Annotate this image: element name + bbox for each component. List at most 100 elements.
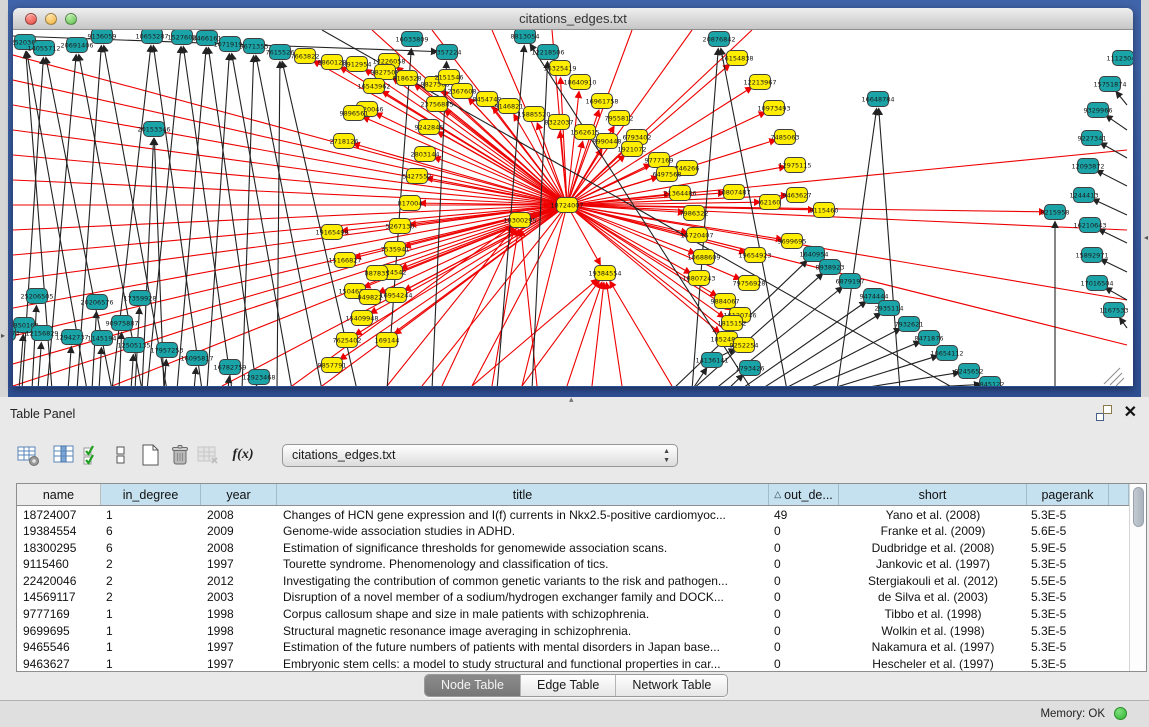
table-cell[interactable]: 5.3E-5 [1027, 622, 1109, 639]
table-cell[interactable] [1109, 506, 1129, 523]
table-cell[interactable]: 22420046 [17, 572, 101, 589]
table-cell[interactable]: Dudbridge et al. (2008) [839, 539, 1027, 556]
table-cell[interactable]: Nakamura et al. (1997) [839, 639, 1027, 656]
table-cell[interactable]: Tourette syndrome. Phenomenology and cla… [277, 556, 769, 573]
table-cell[interactable]: 5.9E-5 [1027, 539, 1109, 556]
table-cell[interactable]: 0 [769, 539, 839, 556]
table-scrollbar[interactable] [1129, 484, 1147, 671]
column-header-short[interactable]: short [839, 484, 1027, 505]
table-selector-dropdown[interactable]: citations_edges.txt ▲▼ [282, 444, 678, 467]
table-cell[interactable]: 5.5E-5 [1027, 572, 1109, 589]
table-cell[interactable]: 2012 [201, 572, 277, 589]
table-cell[interactable]: 6 [101, 523, 201, 540]
table-cell[interactable]: 0 [769, 606, 839, 623]
table-row[interactable]: 911546021997Tourette syndrome. Phenomeno… [17, 556, 1129, 573]
table-cell[interactable]: Franke et al. (2009) [839, 523, 1027, 540]
table-cell[interactable]: 1 [101, 655, 201, 671]
table-cell[interactable]: 18300295 [17, 539, 101, 556]
table-cell[interactable]: 19384554 [17, 523, 101, 540]
table-cell[interactable]: Embryonic stem cells: a model to study s… [277, 655, 769, 671]
table-row[interactable]: 946554611997Estimation of the future num… [17, 639, 1129, 656]
table-cell[interactable] [1109, 539, 1129, 556]
tab-node-table[interactable]: Node Table [425, 675, 521, 696]
table-cell[interactable]: 9463627 [17, 655, 101, 671]
table-cell[interactable]: 1 [101, 606, 201, 623]
table-row[interactable]: 946362711997Embryonic stem cells: a mode… [17, 655, 1129, 671]
table-cell[interactable]: Estimation of the future numbers of pati… [277, 639, 769, 656]
column-visibility-icon[interactable] [50, 441, 78, 469]
table-row[interactable]: 1938455462009Genome-wide association stu… [17, 523, 1129, 540]
right-panel-collapse-handle-icon[interactable]: ◂ [1144, 233, 1148, 242]
table-cell[interactable]: 1997 [201, 556, 277, 573]
table-cell[interactable]: 0 [769, 622, 839, 639]
table-cell[interactable] [1109, 622, 1129, 639]
table-cell[interactable]: 1 [101, 639, 201, 656]
row-height-icon[interactable] [106, 441, 134, 469]
table-mode-icon[interactable] [14, 441, 42, 469]
table-row[interactable]: 977716911998Corpus callosum shape and si… [17, 606, 1129, 623]
table-cell[interactable] [1109, 523, 1129, 540]
table-cell[interactable]: 9699695 [17, 622, 101, 639]
network-window-titlebar[interactable]: citations_edges.txt [13, 8, 1133, 30]
column-header-title[interactable]: title [277, 484, 769, 505]
table-cell[interactable]: Wolkin et al. (1998) [839, 622, 1027, 639]
table-cell[interactable]: 5.3E-5 [1027, 606, 1109, 623]
table-cell[interactable]: Hescheler et al. (1997) [839, 655, 1027, 671]
function-builder-icon[interactable]: f(x) [226, 441, 260, 469]
table-cell[interactable]: 5.3E-5 [1027, 556, 1109, 573]
table-cell[interactable]: Disruption of a novel member of a sodium… [277, 589, 769, 606]
table-cell[interactable] [1109, 572, 1129, 589]
table-cell[interactable]: 0 [769, 655, 839, 671]
table-cell[interactable]: 0 [769, 639, 839, 656]
table-cell[interactable] [1109, 556, 1129, 573]
new-table-icon[interactable] [136, 441, 164, 469]
column-header-filler[interactable] [1109, 484, 1129, 505]
table-cell[interactable]: Yano et al. (2008) [839, 506, 1027, 523]
table-cell[interactable]: 2009 [201, 523, 277, 540]
table-cell[interactable]: Genome-wide association studies in ADHD. [277, 523, 769, 540]
table-cell[interactable]: Corpus callosum shape and size in male p… [277, 606, 769, 623]
table-cell[interactable]: 9777169 [17, 606, 101, 623]
column-header-name[interactable]: name [17, 484, 101, 505]
select-columns-icon[interactable] [79, 441, 107, 469]
table-cell[interactable]: 0 [769, 556, 839, 573]
table-cell[interactable]: Estimation of significance thresholds fo… [277, 539, 769, 556]
table-cell[interactable]: Investigating the contribution of common… [277, 572, 769, 589]
table-cell[interactable]: 5.3E-5 [1027, 655, 1109, 671]
table-cell[interactable]: Tibbo et al. (1998) [839, 606, 1027, 623]
table-cell[interactable]: 1997 [201, 639, 277, 656]
table-cell[interactable]: 9465546 [17, 639, 101, 656]
table-row[interactable]: 1830029562008Estimation of significance … [17, 539, 1129, 556]
table-cell[interactable]: 49 [769, 506, 839, 523]
table-cell[interactable]: 1 [101, 506, 201, 523]
table-cell[interactable]: Jankovic et al. (1997) [839, 556, 1027, 573]
close-panel-icon[interactable]: ✕ [1124, 405, 1137, 421]
table-cell[interactable] [1109, 606, 1129, 623]
left-panel-collapse-handle-icon[interactable]: ▸ [1, 331, 5, 340]
table-cell[interactable]: 2003 [201, 589, 277, 606]
table-cell[interactable]: Structural magnetic resonance image aver… [277, 622, 769, 639]
table-cell[interactable]: 1997 [201, 655, 277, 671]
table-cell[interactable]: 2008 [201, 506, 277, 523]
table-cell[interactable]: 5.6E-5 [1027, 523, 1109, 540]
column-header-out_de...[interactable]: △out_de... [769, 484, 839, 505]
table-row[interactable]: 2242004622012Investigating the contribut… [17, 572, 1129, 589]
table-cell[interactable]: 1998 [201, 606, 277, 623]
tab-network-table[interactable]: Network Table [616, 675, 727, 696]
table-cell[interactable]: 1998 [201, 622, 277, 639]
table-cell[interactable]: 0 [769, 589, 839, 606]
table-row[interactable]: 969969511998Structural magnetic resonanc… [17, 622, 1129, 639]
table-cell[interactable]: 2 [101, 556, 201, 573]
scrollbar-thumb[interactable] [1133, 487, 1144, 527]
table-cell[interactable]: de Silva et al. (2003) [839, 589, 1027, 606]
delete-table-icon[interactable] [166, 441, 194, 469]
table-cell[interactable]: 6 [101, 539, 201, 556]
table-cell[interactable]: 5.3E-5 [1027, 589, 1109, 606]
table-cell[interactable]: 2 [101, 572, 201, 589]
column-header-pagerank[interactable]: pagerank [1027, 484, 1109, 505]
table-cell[interactable]: Changes of HCN gene expression and I(f) … [277, 506, 769, 523]
table-cell[interactable]: 18724007 [17, 506, 101, 523]
column-header-in_degree[interactable]: in_degree [101, 484, 201, 505]
table-row[interactable]: 1456911722003Disruption of a novel membe… [17, 589, 1129, 606]
table-row[interactable]: 1872400712008Changes of HCN gene express… [17, 506, 1129, 523]
